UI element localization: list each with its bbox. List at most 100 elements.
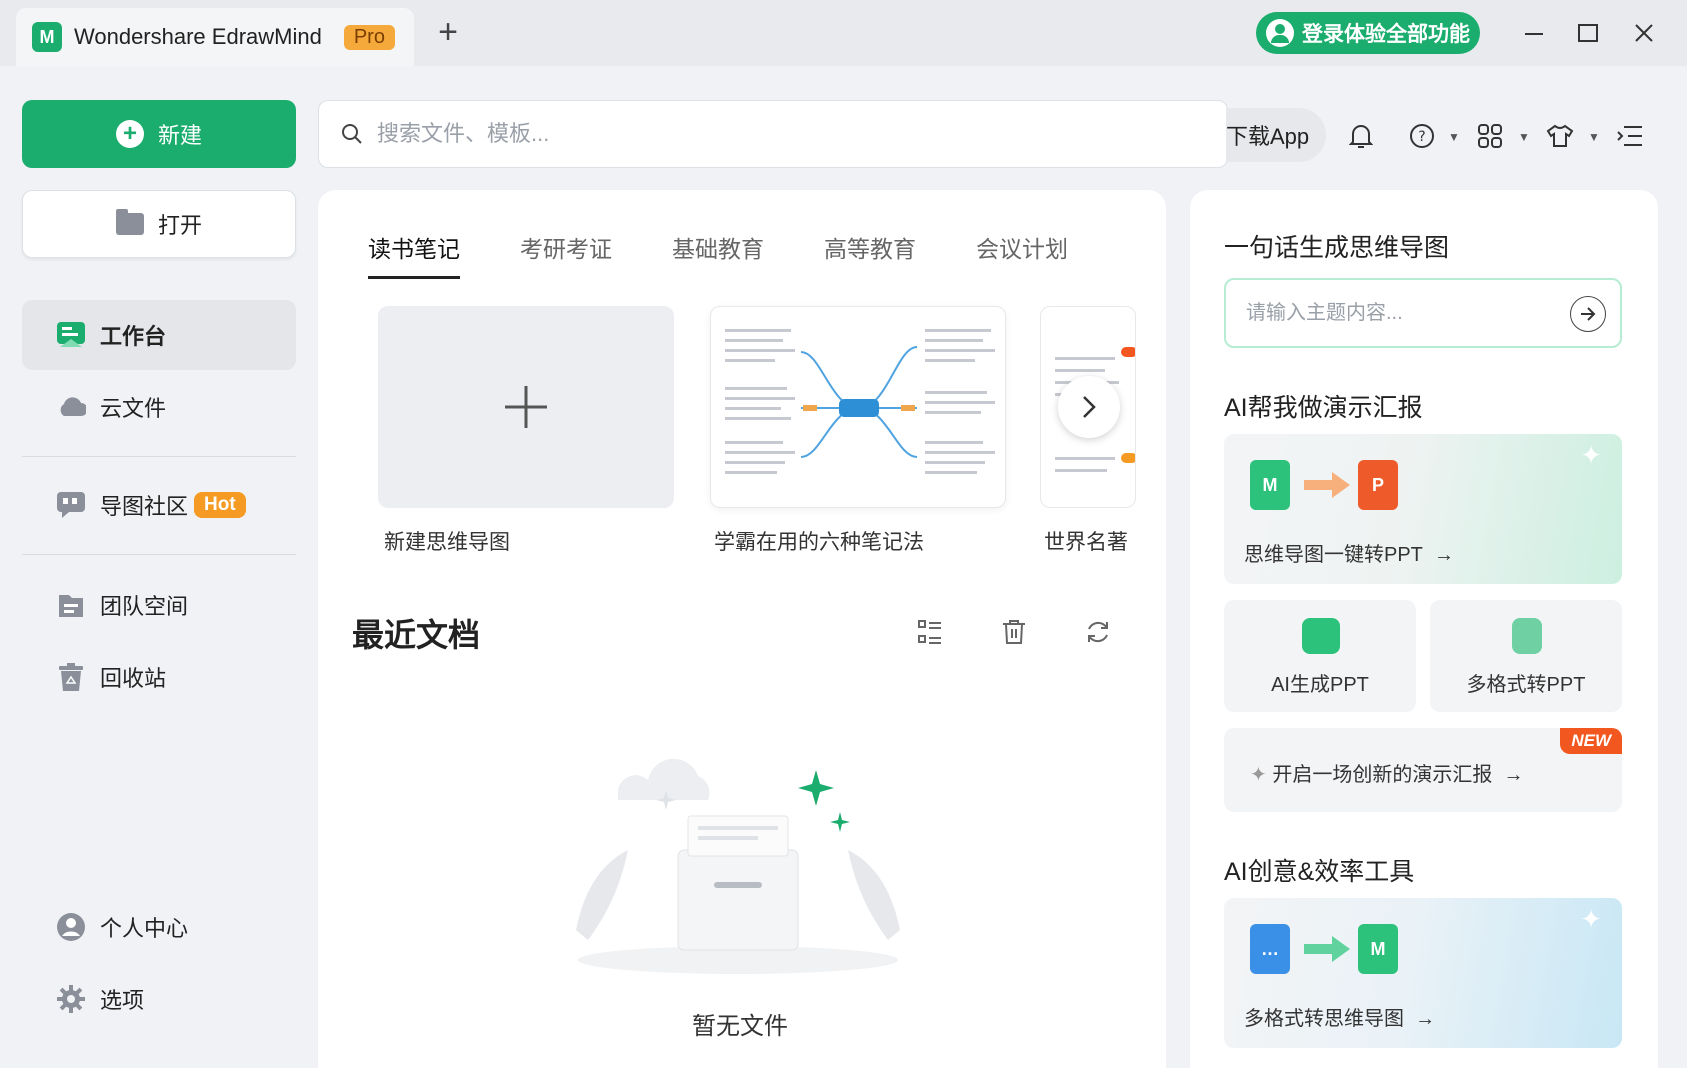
template-label: 新建思维导图	[384, 531, 510, 554]
new-button[interactable]: + 新建	[22, 100, 296, 168]
ai-topic-box	[1224, 278, 1622, 348]
gear-icon	[56, 984, 86, 1014]
skin-button[interactable]	[1540, 116, 1580, 156]
sidebar-item-team[interactable]: 团队空间	[22, 570, 296, 640]
ai-chat-icon	[1302, 618, 1340, 654]
pro-badge: Pro	[343, 24, 395, 50]
sidebar-item-trash[interactable]: 回收站	[22, 642, 296, 712]
sidebar-item-profile[interactable]: 个人中心	[22, 892, 296, 962]
search-box	[318, 100, 1228, 168]
tab-higher-edu[interactable]: 高等教育	[824, 230, 916, 279]
search-input[interactable]	[377, 121, 1137, 147]
sidebar-divider	[22, 456, 296, 457]
innovative-presentation-card[interactable]: ✦ 开启一场创新的演示汇报 → NEW	[1224, 728, 1622, 812]
title-bar: M Wondershare EdrawMind Pro + 登录体验全部功能	[0, 0, 1687, 66]
sidebar-item-options[interactable]: 选项	[22, 964, 296, 1034]
folder-icon	[115, 209, 144, 235]
workbench-icon	[56, 320, 86, 350]
empty-box-illustration	[576, 758, 900, 974]
plus-icon	[505, 386, 547, 428]
maximize-icon	[1578, 24, 1598, 42]
doc-file-icon: …	[1250, 924, 1290, 974]
apps-button[interactable]	[1470, 116, 1510, 156]
sidebar-item-label: 回收站	[100, 666, 167, 691]
maximize-button[interactable]	[1568, 14, 1608, 52]
minimize-icon	[1525, 33, 1543, 35]
user-icon	[1266, 19, 1294, 47]
chevron-down-icon[interactable]: ▼	[1518, 130, 1530, 144]
sidebar-item-label: 团队空间	[100, 594, 189, 619]
community-icon	[56, 490, 86, 520]
edrawmind-logo-icon: M	[32, 22, 62, 52]
delete-button[interactable]	[996, 614, 1032, 650]
trash-icon	[1003, 620, 1025, 644]
sidebar-divider	[22, 554, 296, 555]
arrow-right-icon	[1304, 936, 1350, 962]
arrow-right-icon	[1304, 472, 1350, 498]
help-button[interactable]: ?	[1402, 116, 1442, 156]
multi-format-mindmap-card[interactable]: … M ✦ 多格式转思维导图 →	[1224, 898, 1622, 1048]
menu-icon	[1617, 126, 1642, 146]
help-icon: ?	[1410, 124, 1434, 148]
template-label: 学霸在用的六种笔记法	[714, 531, 924, 554]
minimize-button[interactable]	[1514, 14, 1554, 52]
center-panel: 读书笔记 考研考证 基础教育 高等教育 会议计划 新建思维导图 学霸在用的六种笔…	[318, 190, 1166, 1068]
refresh-button[interactable]	[1080, 614, 1116, 650]
trash-icon	[56, 662, 86, 692]
arrow-right-icon	[1581, 307, 1596, 321]
ai-topic-input[interactable]	[1246, 301, 1566, 325]
mindmap-to-ppt-card[interactable]: M P ✦ 思维导图一键转PPT →	[1224, 434, 1622, 584]
card-label: AI生成PPT	[1271, 674, 1369, 696]
user-circle-icon	[56, 912, 86, 942]
send-button[interactable]	[1570, 296, 1606, 332]
login-button[interactable]: 登录体验全部功能	[1256, 12, 1480, 54]
close-icon	[1635, 24, 1653, 42]
card-label: 多格式转思维导图 →	[1244, 1008, 1436, 1030]
new-tab-button[interactable]: +	[430, 13, 466, 51]
sidebar-item-label: 选项	[100, 988, 145, 1013]
app-tab[interactable]: M Wondershare EdrawMind Pro	[16, 8, 414, 66]
card-label: 多格式转PPT	[1466, 674, 1586, 696]
cloud-icon	[56, 392, 86, 422]
template-tabs: 读书笔记 考研考证 基础教育 高等教育 会议计划	[368, 230, 1128, 279]
hot-badge: Hot	[194, 492, 246, 518]
convert-file-icon	[1512, 618, 1542, 654]
bell-icon	[1349, 125, 1373, 148]
open-button[interactable]: 打开	[22, 190, 296, 258]
next-templates-button[interactable]	[1058, 376, 1120, 438]
sidebar-item-workbench[interactable]: 工作台	[22, 300, 296, 370]
tab-meeting[interactable]: 会议计划	[976, 230, 1068, 279]
ai-generate-ppt-card[interactable]: AI生成PPT	[1224, 600, 1416, 712]
plus-icon: +	[115, 120, 144, 148]
search-icon	[342, 124, 362, 144]
chevron-right-icon	[1083, 396, 1096, 418]
sparkle-icon: ✦	[1580, 904, 1602, 934]
ai-tools-title: AI创意&效率工具	[1224, 858, 1415, 886]
new-mindmap-card[interactable]	[378, 306, 674, 508]
tab-reading-notes[interactable]: 读书笔记	[368, 230, 460, 279]
chevron-down-icon[interactable]: ▼	[1448, 130, 1460, 144]
close-button[interactable]	[1624, 14, 1664, 52]
download-app-button[interactable]: 下载App	[1226, 108, 1326, 162]
open-label: 打开	[157, 213, 202, 238]
recent-docs-title: 最近文档	[352, 617, 481, 653]
mindmap-thumbnail	[725, 329, 995, 474]
tab-basic-edu[interactable]: 基础教育	[672, 230, 764, 279]
chevron-down-icon[interactable]: ▼	[1588, 130, 1600, 144]
panel-toggle-button[interactable]	[1610, 116, 1650, 156]
mindmap-file-icon: M	[1250, 460, 1290, 510]
empty-text: 暂无文件	[692, 1013, 788, 1040]
svg-text:?: ?	[1418, 129, 1425, 145]
list-view-icon	[918, 620, 941, 644]
mindmap-file-icon: M	[1358, 924, 1398, 974]
notification-button[interactable]	[1341, 116, 1381, 156]
apps-grid-icon	[1478, 124, 1502, 148]
sidebar-item-cloud[interactable]: 云文件	[22, 372, 296, 442]
sidebar-item-label: 导图社区	[100, 494, 189, 519]
right-panel: 一句话生成思维导图 AI帮我做演示汇报 M P ✦ 思维导图一键转PPT → A…	[1190, 190, 1658, 1068]
template-thumbnail[interactable]	[710, 306, 1006, 508]
tab-exam[interactable]: 考研考证	[520, 230, 612, 279]
multi-format-ppt-card[interactable]: 多格式转PPT	[1430, 600, 1622, 712]
list-view-button[interactable]	[912, 614, 948, 650]
sidebar-item-community[interactable]: 导图社区 Hot	[22, 470, 296, 540]
